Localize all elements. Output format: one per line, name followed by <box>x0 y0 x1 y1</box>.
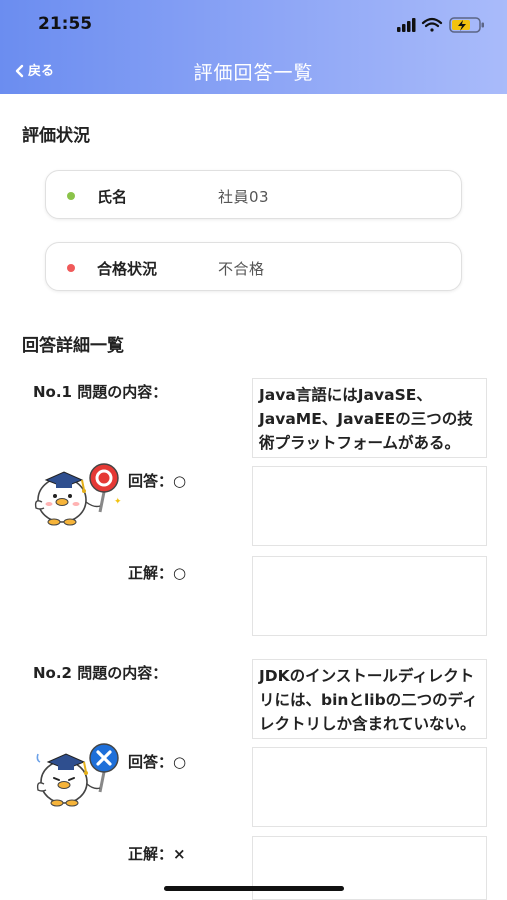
battery-icon <box>449 17 484 33</box>
app-header: 21:55 戻る 評価回答一覧 <box>0 0 507 94</box>
question-number-label: No.2 問題の内容： <box>33 664 168 682</box>
page-title: 評価回答一覧 <box>193 62 314 84</box>
signal-icon <box>397 18 416 32</box>
correct-answer-label: 正解：○ <box>128 564 187 582</box>
question-content: JDKのインストールディレクトリには、binとlibの二つのディレクトリしか含ま… <box>259 667 478 733</box>
correct-answer-label: 正解：× <box>128 845 186 863</box>
question-number-label: No.1 問題の内容： <box>33 383 168 401</box>
status-dot <box>67 264 75 272</box>
wifi-icon <box>421 17 443 32</box>
svg-text:✦: ✦ <box>114 497 122 507</box>
info-card-name: 氏名 社員03 <box>45 170 462 219</box>
answer-label: 回答：○ <box>128 753 187 771</box>
correct-answer-box <box>252 556 487 636</box>
home-indicator <box>164 886 344 891</box>
mascot-correct-icon: ✦ <box>34 463 122 526</box>
question-content: Java言語にはJavaSE、JavaME、JavaEEの三つの技術プラットフォ… <box>259 386 473 452</box>
section-title-details: 回答詳細一覧 <box>22 336 124 356</box>
status-icons <box>397 17 484 33</box>
info-value: 不合格 <box>218 260 265 278</box>
status-dot <box>67 192 75 200</box>
info-value: 社員03 <box>218 188 270 206</box>
answer-box <box>252 747 487 827</box>
question-content-box[interactable]: Java言語にはJavaSE、JavaME、JavaEEの三つの技術プラットフォ… <box>252 378 487 458</box>
info-card-pass-status: 合格状況 不合格 <box>45 242 462 291</box>
info-label: 氏名 <box>97 188 128 206</box>
answer-label: 回答：○ <box>128 472 187 490</box>
status-bar: 21:55 <box>0 0 507 50</box>
mascot-wrong-icon <box>36 743 119 807</box>
info-label: 合格状況 <box>97 260 158 278</box>
section-title-evaluation: 評価状況 <box>22 126 90 146</box>
question-content-box[interactable]: JDKのインストールディレクトリには、binとlibの二つのディレクトリしか含ま… <box>252 659 487 739</box>
answer-box <box>252 466 487 546</box>
status-time: 21:55 <box>38 14 93 34</box>
